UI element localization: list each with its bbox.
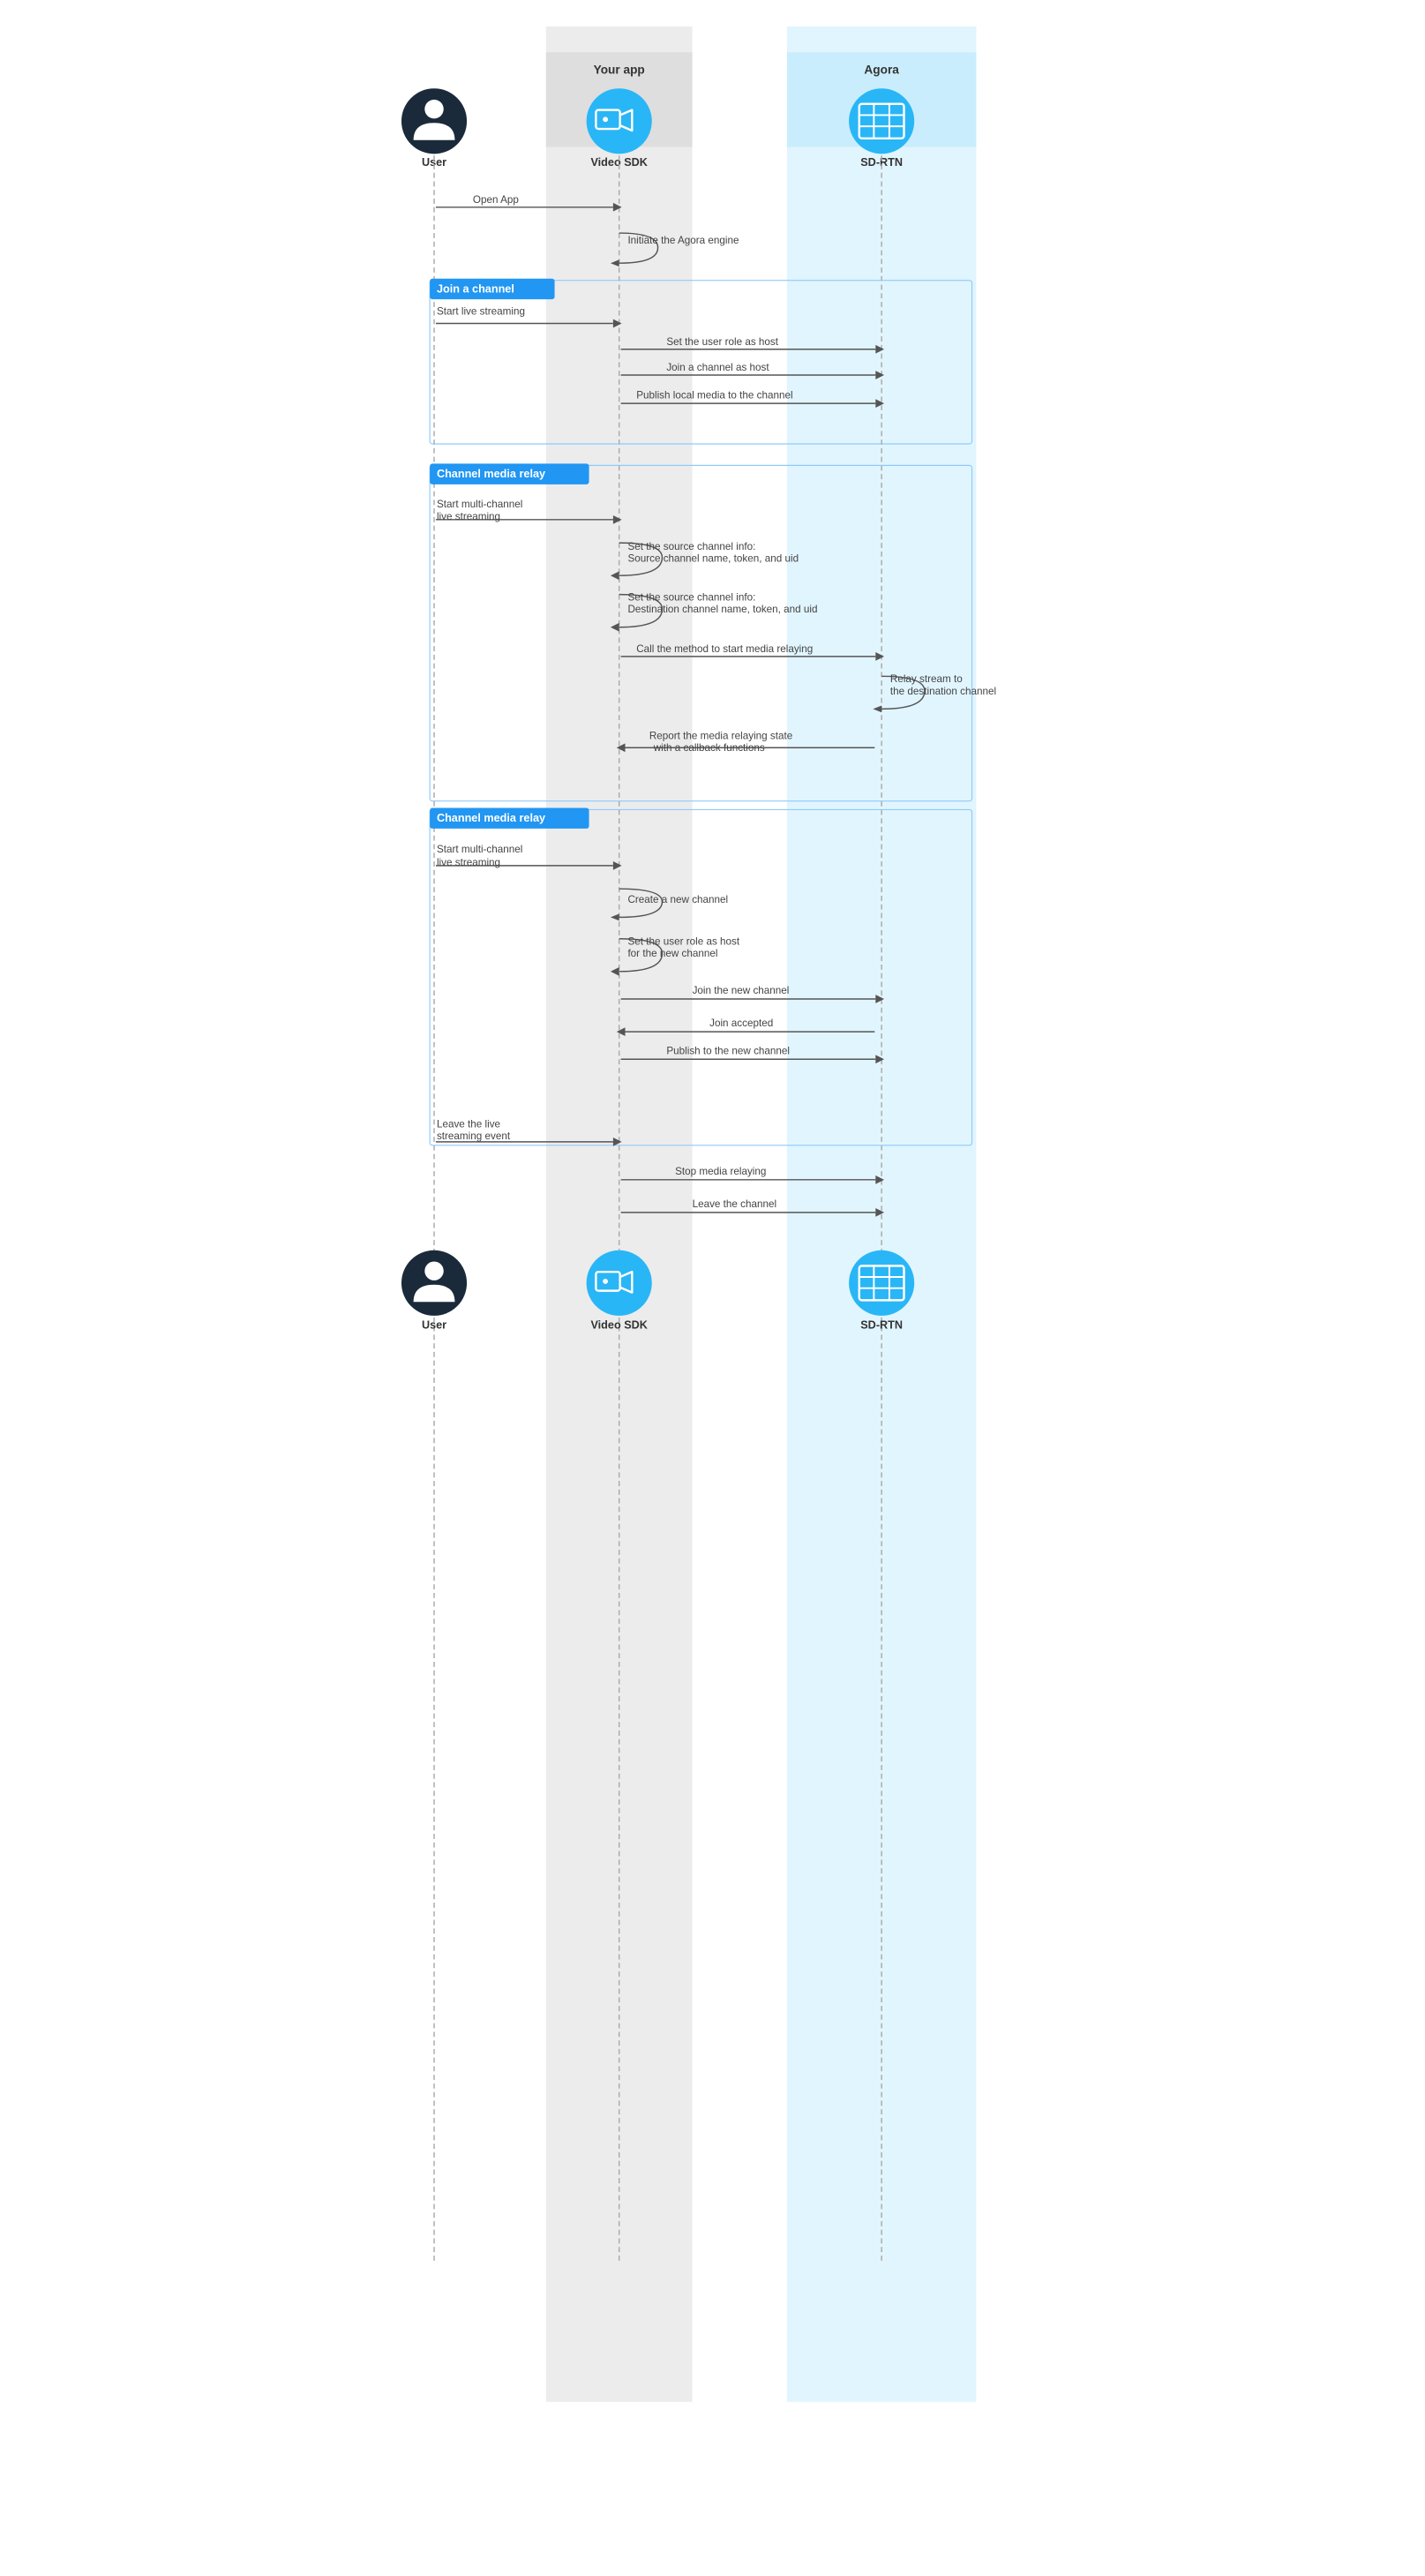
report-relay-state-label-2: with a callback functions xyxy=(652,742,764,754)
sequence-diagram: Your app Agora User Video SDK SD-RTN xyxy=(365,26,1061,2402)
initiate-engine-label: Initiate the Agora engine xyxy=(627,235,739,246)
relay-stream-label-1: Relay stream to xyxy=(889,673,962,685)
publish-local-media-label: Publish local media to the channel xyxy=(636,389,792,401)
your-app-header: Your app xyxy=(593,64,644,77)
set-user-role-label: Set the user role as host xyxy=(666,336,778,348)
start-live-streaming-label: Start live streaming xyxy=(436,306,524,318)
sd-rtn-label-bottom: SD-RTN xyxy=(860,1319,903,1332)
create-channel-label: Create a new channel xyxy=(627,894,728,905)
start-multichannel-2-label-1: Start multi-channel xyxy=(436,844,521,855)
relay-stream-label-2: the destination channel xyxy=(889,686,995,697)
leave-channel-label: Leave the channel xyxy=(692,1198,776,1210)
set-role-new-channel-label-2: for the new channel xyxy=(627,948,717,959)
open-app-label: Open App xyxy=(472,194,518,206)
user-actor-top xyxy=(401,88,466,154)
video-sdk-label-bottom: Video SDK xyxy=(590,1319,648,1332)
set-source-channel-label-2: Source channel name, token, and uid xyxy=(627,553,799,565)
user-label-bottom: User xyxy=(421,1319,446,1332)
report-relay-state-label-1: Report the media relaying state xyxy=(649,731,791,742)
set-source-channel-label-1: Set the source channel info: xyxy=(627,541,755,552)
user-actor-bottom xyxy=(401,1250,466,1316)
join-new-channel-label: Join the new channel xyxy=(692,985,789,996)
leave-event-label-1: Leave the live xyxy=(436,1118,499,1130)
join-channel-label: Join a channel xyxy=(436,282,514,295)
diagram-container: Your app Agora User Video SDK SD-RTN xyxy=(356,0,1069,2429)
start-multichannel-1-label-1: Start multi-channel xyxy=(436,499,521,510)
set-role-new-channel-label-1: Set the user role as host xyxy=(627,936,739,948)
join-channel-host-label: Join a channel as host xyxy=(666,362,769,373)
leave-event-label-2: streaming event xyxy=(436,1130,510,1142)
set-dest-channel-label-1: Set the source channel info: xyxy=(627,591,755,603)
call-start-relay-label: Call the method to start media relaying xyxy=(636,643,813,655)
agora-header: Agora xyxy=(864,64,899,77)
channel-media-relay-2-label: Channel media relay xyxy=(436,812,544,824)
publish-new-channel-label: Publish to the new channel xyxy=(666,1045,790,1056)
start-multichannel-2-label-2: live streaming xyxy=(436,857,499,868)
start-multichannel-1-label-2: live streaming xyxy=(436,511,499,522)
stop-relay-label: Stop media relaying xyxy=(675,1166,766,1177)
set-dest-channel-label-2: Destination channel name, token, and uid xyxy=(627,604,817,615)
join-accepted-label: Join accepted xyxy=(709,1018,773,1029)
channel-media-relay-1-label: Channel media relay xyxy=(436,468,544,480)
